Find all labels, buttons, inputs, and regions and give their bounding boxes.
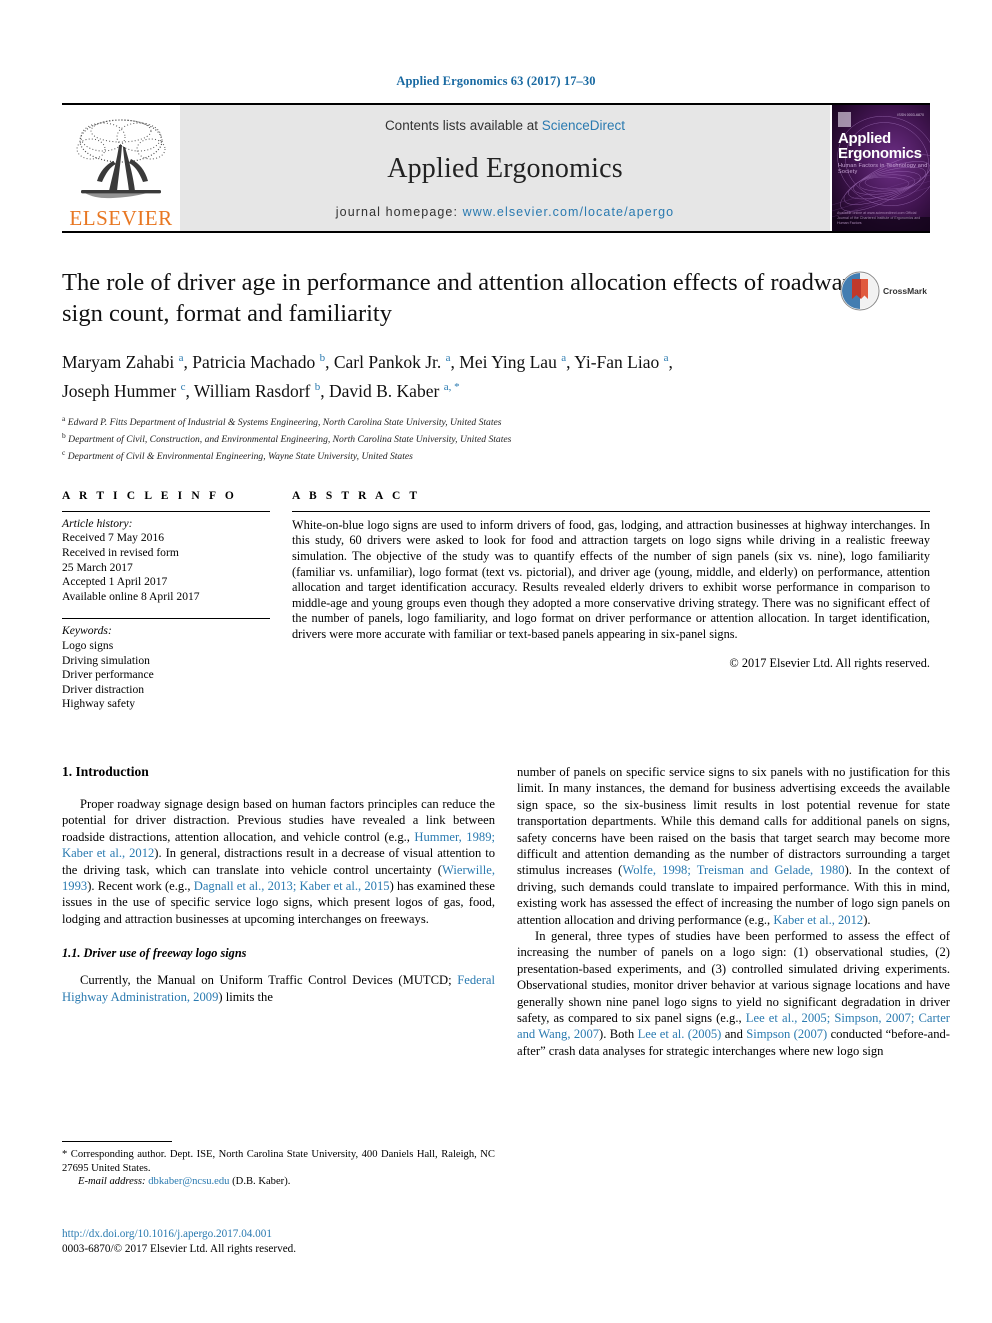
issn-copyright-line: 0003-6870/© 2017 Elsevier Ltd. All right… bbox=[62, 1243, 297, 1255]
history-item: Accepted 1 April 2017 bbox=[62, 575, 168, 589]
abstract-column: A B S T R A C T White-on-blue logo signs… bbox=[292, 490, 930, 712]
doi-block: http://dx.doi.org/10.1016/j.apergo.2017.… bbox=[62, 1227, 495, 1257]
affiliation-list: a Edward P. Fitts Department of Industri… bbox=[62, 412, 930, 464]
body-column-right: number of panels on specific service sig… bbox=[517, 764, 950, 1059]
keyword-item: Highway safety bbox=[62, 697, 136, 711]
keywords-group: Keywords: Logo signs Driving simulation … bbox=[62, 619, 270, 712]
affiliation-c: c Department of Civil & Environmental En… bbox=[62, 448, 413, 463]
sciencedirect-link[interactable]: ScienceDirect bbox=[542, 118, 625, 133]
author-list: Maryam Zahabi a, Patricia Machado b, Car… bbox=[62, 346, 930, 404]
email-link[interactable]: dbkaber@ncsu.edu bbox=[148, 1176, 229, 1187]
article-info-column: A R T I C L E I N F O Article history: R… bbox=[62, 490, 270, 712]
cover-footer-text: Available online at www.sciencedirect.co… bbox=[837, 211, 921, 225]
section-heading-introduction: 1. Introduction bbox=[62, 763, 149, 779]
journal-title: Applied Ergonomics bbox=[387, 153, 623, 184]
article-history-group: Article history: Received 7 May 2016 Rec… bbox=[62, 512, 270, 605]
paragraph: In general, three types of studies have … bbox=[517, 929, 951, 1058]
abstract-text: White-on-blue logo signs are used to inf… bbox=[292, 517, 930, 641]
keywords-label: Keywords: bbox=[62, 624, 112, 638]
cover-tagline: Human Factors in Technology and Society bbox=[838, 163, 928, 175]
affiliation-a: a Edward P. Fitts Department of Industri… bbox=[62, 413, 502, 428]
homepage-url[interactable]: www.elsevier.com/locate/apergo bbox=[463, 205, 675, 219]
page-title: The role of driver age in performance an… bbox=[62, 269, 855, 327]
info-abstract-block: A R T I C L E I N F O Article history: R… bbox=[62, 490, 930, 712]
masthead-center: Contents lists available at ScienceDirec… bbox=[180, 105, 830, 231]
elsevier-logo: ELSEVIER bbox=[62, 105, 180, 231]
history-item: Available online 8 April 2017 bbox=[62, 589, 200, 603]
cover-issn: ISSN 0003-6870 bbox=[897, 113, 924, 117]
email-suffix: (D.B. Kaber). bbox=[232, 1176, 291, 1188]
journal-homepage-line: journal homepage: www.elsevier.com/locat… bbox=[336, 205, 674, 219]
email-note: E-mail address: dbkaber@ncsu.edu (D.B. K… bbox=[62, 1175, 495, 1189]
crossmark-badge[interactable]: CrossMark bbox=[840, 269, 930, 313]
paper-first-page: Applied Ergonomics 63 (2017) 17–30 ELSEV… bbox=[0, 0, 992, 1323]
body-columns: 1. Introduction Proper roadway signage d… bbox=[62, 764, 950, 1059]
doi-link[interactable]: http://dx.doi.org/10.1016/j.apergo.2017.… bbox=[62, 1227, 495, 1242]
cover-line2-text: Ergonomics bbox=[838, 145, 922, 162]
paragraph: Currently, the Manual on Uniform Traffic… bbox=[62, 973, 495, 1004]
keyword-item: Driver distraction bbox=[62, 682, 145, 696]
keyword-item: Logo signs bbox=[62, 638, 114, 652]
cover-title-line1: Applied Ergonomics bbox=[838, 131, 922, 161]
elsevier-tree-icon bbox=[76, 119, 166, 199]
article-history-label: Article history: bbox=[62, 516, 133, 530]
contents-prefix: Contents lists available at bbox=[384, 118, 542, 133]
email-label: E-mail address: bbox=[78, 1176, 146, 1188]
title-block: The role of driver age in performance an… bbox=[62, 267, 930, 464]
running-head: Applied Ergonomics 63 (2017) 17–30 bbox=[396, 74, 596, 88]
masthead-bottom-rule bbox=[62, 231, 930, 233]
article-info-heading: A R T I C L E I N F O bbox=[62, 489, 237, 502]
journal-masthead: ELSEVIER Contents lists available at Sci… bbox=[62, 105, 930, 231]
affiliation-b: b Department of Civil, Construction, and… bbox=[62, 431, 512, 446]
corresponding-author-note: * Corresponding author. Dept. ISE, North… bbox=[62, 1149, 495, 1174]
body-column-left: 1. Introduction Proper roadway signage d… bbox=[62, 764, 495, 1059]
footnote-rule bbox=[62, 1141, 172, 1142]
paragraph: number of panels on specific service sig… bbox=[517, 764, 950, 927]
homepage-prefix: journal homepage: bbox=[335, 205, 463, 219]
elsevier-wordmark: ELSEVIER bbox=[69, 206, 173, 230]
author-line-2: Joseph Hummer c, William Rasdorf b, Davi… bbox=[62, 380, 460, 401]
subsection-heading-driver-use: 1.1. Driver use of freeway logo signs bbox=[62, 946, 247, 961]
footnote-block: * Corresponding author. Dept. ISE, North… bbox=[62, 1141, 495, 1189]
abstract-heading: A B S T R A C T bbox=[292, 489, 421, 502]
journal-cover-thumbnail: ISSN 0003-6870 Applied Ergonomics Human … bbox=[832, 105, 930, 231]
author-line-1: Maryam Zahabi a, Patricia Machado b, Car… bbox=[62, 351, 673, 372]
crossmark-label: CrossMark bbox=[883, 286, 927, 296]
history-item: 25 March 2017 bbox=[62, 560, 133, 574]
history-item: Received 7 May 2016 bbox=[62, 531, 165, 545]
crossmark-icon bbox=[840, 271, 880, 311]
keyword-item: Driving simulation bbox=[62, 653, 150, 667]
cover-elsevier-mark bbox=[838, 112, 851, 127]
contents-available-line: Contents lists available at ScienceDirec… bbox=[385, 118, 625, 133]
paragraph: Proper roadway signage design based on h… bbox=[62, 796, 496, 926]
keyword-item: Driver performance bbox=[62, 668, 154, 682]
history-item: Received in revised form bbox=[62, 546, 179, 560]
abstract-copyright: © 2017 Elsevier Ltd. All rights reserved… bbox=[729, 655, 930, 670]
